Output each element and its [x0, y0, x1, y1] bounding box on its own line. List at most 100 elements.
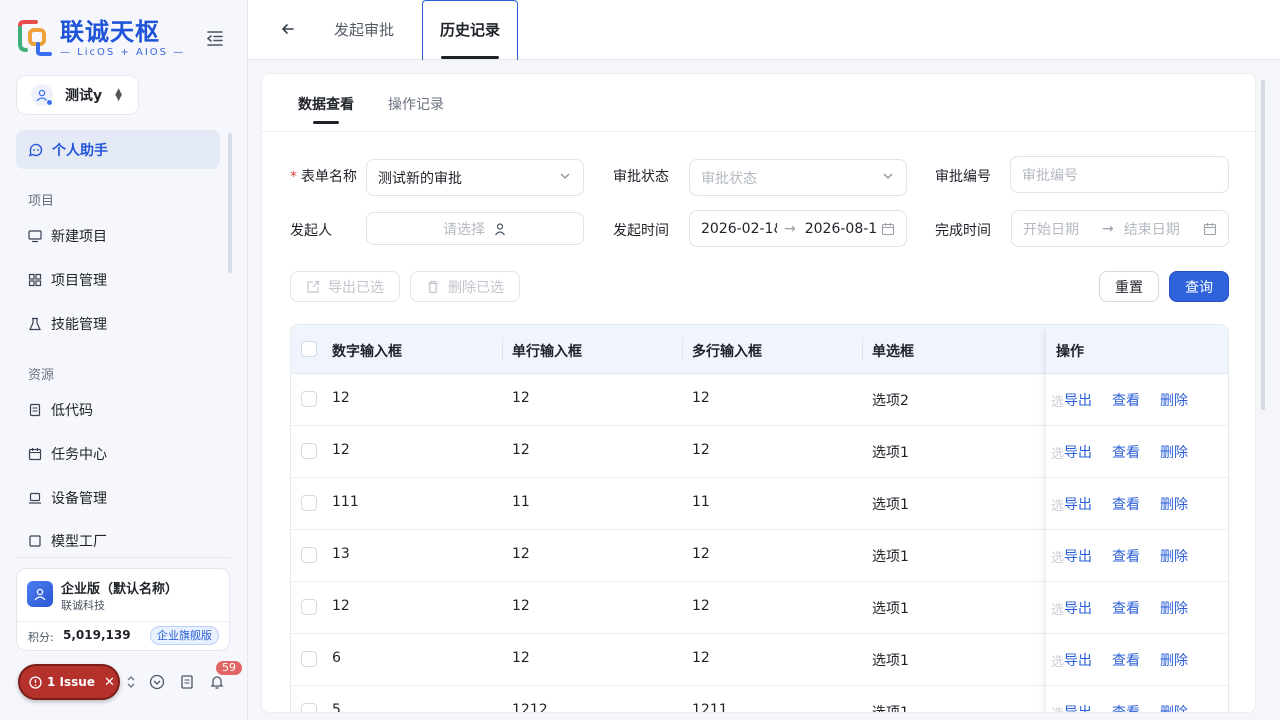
start-time-to[interactable]: 2026-08-1&	[805, 221, 877, 237]
brand-logo[interactable]: 联诚天枢 — LicOS + AIOS —	[16, 18, 185, 59]
sidebar-item-label: 设备管理	[51, 491, 107, 507]
form-name-label: * 表单名称	[290, 169, 357, 185]
row-checkbox[interactable]	[301, 495, 317, 511]
column-header[interactable]: 单选框	[872, 341, 914, 361]
table-cell: 13	[332, 546, 350, 562]
collapse-sidebar-icon[interactable]	[205, 28, 225, 48]
sidebar-item-label: 模型工厂	[51, 534, 107, 550]
table-cell: 12	[692, 390, 710, 406]
workspace-name: 测试y	[65, 88, 103, 104]
query-button[interactable]: 查询	[1169, 271, 1229, 302]
tab-data-view[interactable]: 数据查看	[298, 94, 354, 124]
sidebar-item-new-project[interactable]: 新建项目	[28, 225, 107, 247]
column-divider	[682, 338, 683, 360]
workspace-selector[interactable]: 测试y ▲ ▼	[16, 75, 139, 115]
row-checkbox[interactable]	[301, 391, 317, 407]
clipboard-icon[interactable]	[178, 673, 196, 691]
row-checkbox[interactable]	[301, 599, 317, 615]
user-icon	[495, 222, 505, 235]
tab-history[interactable]: 历史记录	[422, 0, 519, 60]
flask-icon	[29, 317, 41, 331]
trash-icon	[428, 280, 438, 293]
arrow-right-icon: →	[1102, 220, 1114, 237]
enterprise-company: 联诚科技	[61, 599, 105, 612]
enterprise-divider	[17, 621, 229, 622]
chevron-circle-icon[interactable]	[148, 673, 166, 691]
row-checkbox[interactable]	[301, 703, 317, 712]
form-name-select[interactable]: 测试新的审批	[366, 159, 584, 196]
sidebar-item-skill-management[interactable]: 技能管理	[28, 313, 107, 335]
initiator-select[interactable]: 请选择	[366, 212, 584, 245]
sidebar-item-device-management[interactable]: 设备管理	[28, 487, 107, 509]
row-checkbox[interactable]	[301, 443, 317, 459]
start-time-range[interactable]: 2026-02-1& → 2026-08-1&	[689, 210, 907, 247]
finish-time-to[interactable]: 结束日期	[1124, 219, 1180, 239]
approval-number-input[interactable]: 审批编号	[1010, 156, 1229, 193]
enterprise-name: 企业版（默认名称）	[61, 582, 179, 597]
sidebar: 联诚天枢 — LicOS + AIOS — 测试y ▲ ▼ 个人助手 项目 新建项…	[0, 0, 248, 720]
document-icon	[29, 403, 41, 417]
row-checkbox[interactable]	[301, 651, 317, 667]
column-divider	[502, 338, 503, 360]
column-header[interactable]: 数字输入框	[332, 341, 402, 361]
row-checkbox[interactable]	[301, 547, 317, 563]
table-cell: 12	[692, 546, 710, 562]
records-table: 数字输入框 单行输入框 多行输入框 单选框 操作 12 12 12 选项2 选导出 查看删…	[290, 324, 1229, 713]
sidebar-item-label: 低代码	[51, 403, 93, 419]
chevron-down-icon	[560, 173, 570, 179]
monitor-icon	[28, 230, 42, 243]
enterprise-card[interactable]: 企业版（默认名称） 联诚科技 积分: 5,019,139 企业旗舰版	[16, 568, 230, 651]
sidebar-item-personal-assistant[interactable]: 个人助手	[16, 130, 220, 169]
page-scrollbar[interactable]	[1261, 80, 1265, 410]
actions-column-shadow	[1046, 325, 1228, 712]
column-header[interactable]: 单行输入框	[512, 341, 582, 361]
sub-tabs: 数据查看 操作记录	[262, 74, 1255, 132]
sidebar-item-label: 个人助手	[52, 142, 108, 159]
sidebar-item-low-code[interactable]: 低代码	[28, 399, 93, 421]
sidebar-item-model-factory[interactable]: 模型工厂	[28, 530, 107, 552]
expand-collapse-icon[interactable]	[122, 673, 140, 691]
finish-time-range[interactable]: 开始日期 → 结束日期	[1011, 210, 1229, 247]
back-arrow-icon[interactable]	[278, 19, 298, 39]
table-cell: 选项1	[872, 445, 909, 461]
close-icon[interactable]: ✕	[104, 675, 115, 690]
required-asterisk: *	[290, 169, 297, 185]
tab-start-approval[interactable]: 发起审批	[334, 0, 394, 60]
table-cell: 选项1	[872, 497, 909, 513]
grid-icon	[28, 273, 42, 287]
approval-number-placeholder: 审批编号	[1022, 167, 1078, 184]
table-cell: 12	[692, 650, 710, 666]
sidebar-item-label: 技能管理	[51, 317, 107, 333]
approval-number-label: 审批编号	[935, 169, 991, 185]
delete-selected-button[interactable]: 删除已选	[410, 271, 520, 302]
brand-logo-icon	[16, 18, 54, 58]
start-time-label: 发起时间	[613, 223, 669, 239]
laptop-icon	[29, 492, 41, 504]
table-cell: 选项1	[872, 705, 909, 713]
sidebar-item-project-management[interactable]: 项目管理	[28, 269, 107, 291]
export-selected-button[interactable]: 导出已选	[290, 271, 400, 302]
table-cell: 选项2	[872, 393, 909, 409]
select-all-checkbox[interactable]	[301, 341, 317, 357]
calendar-icon	[1203, 223, 1217, 236]
arrow-right-icon: →	[784, 220, 796, 237]
main-content-card: 数据查看 操作记录 * 表单名称 测试新的审批 审批状态 审批状态 审批编号 审批…	[261, 73, 1256, 713]
table-cell: 11	[512, 494, 530, 510]
plan-badge: 企业旗舰版	[150, 626, 219, 645]
bell-icon[interactable]	[208, 673, 226, 691]
table-cell: 11	[692, 494, 710, 510]
sidebar-section-resource: 资源	[28, 368, 55, 383]
finish-time-from[interactable]: 开始日期	[1023, 219, 1093, 239]
column-header[interactable]: 多行输入框	[692, 341, 762, 361]
table-cell: 12	[692, 598, 710, 614]
approval-status-select[interactable]: 审批状态	[689, 159, 907, 196]
reset-button[interactable]: 重置	[1099, 271, 1159, 302]
tab-operation-log[interactable]: 操作记录	[388, 94, 444, 114]
sidebar-scrollbar[interactable]	[228, 133, 232, 273]
calendar-icon	[881, 223, 895, 236]
start-time-from[interactable]: 2026-02-1&	[701, 221, 777, 237]
issues-button[interactable]: 1 Issue ✕	[18, 664, 120, 700]
brand-title: 联诚天枢	[60, 18, 160, 46]
sidebar-item-task-center[interactable]: 任务中心	[28, 443, 107, 465]
notification-count-badge: 59	[216, 661, 242, 675]
